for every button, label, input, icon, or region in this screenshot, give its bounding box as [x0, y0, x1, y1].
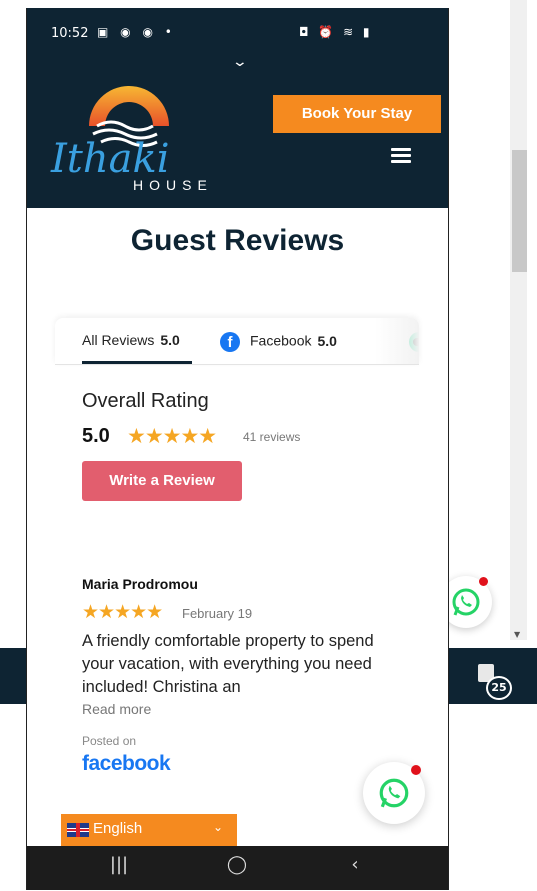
review-source-tabs: All Reviews 5.0 f Facebook 5.0: [55, 318, 419, 365]
tab-label: All Reviews: [82, 332, 155, 348]
tab-label: Facebook: [250, 332, 312, 349]
tabs-scroll-fade: [375, 318, 419, 364]
write-review-button[interactable]: Write a Review: [82, 461, 242, 501]
status-time: 10:52: [51, 26, 89, 41]
whatsapp-icon: [379, 778, 409, 808]
facebook-source-logo[interactable]: facebook: [82, 752, 171, 776]
review-text: A friendly comfortable property to spend…: [82, 632, 374, 696]
svg-text:HOUSE: HOUSE: [133, 177, 213, 192]
whatsapp-icon: [452, 588, 480, 616]
tab-facebook[interactable]: f Facebook 5.0: [220, 332, 337, 352]
ithaki-house-logo[interactable]: Ithaki HOUSE: [49, 74, 219, 192]
notification-count-badge: 25: [486, 676, 512, 700]
tab-all-reviews[interactable]: All Reviews 5.0: [82, 332, 180, 348]
active-tab-indicator: [82, 361, 192, 364]
uk-flag-icon: [67, 823, 89, 837]
status-bar: 10:52 ▣ ◉ ◉ • ◘ ⏰ ≋ ▮: [27, 8, 448, 52]
review-star-rating: ★★★★★: [82, 601, 163, 623]
status-system-icons: ◘ ⏰ ≋ ▮: [299, 25, 373, 39]
reviewer-name: Maria Prodromou: [82, 576, 198, 592]
language-selector[interactable]: English ⌄: [61, 814, 237, 846]
read-more-link[interactable]: Read more: [82, 701, 151, 717]
tab-score: 5.0: [317, 332, 337, 349]
review-count: 41 reviews: [243, 430, 301, 444]
recent-apps-button[interactable]: |||: [99, 854, 139, 875]
phone-screen: 10:52 ▣ ◉ ◉ • ◘ ⏰ ≋ ▮ ⌄ Ithaki HOUSE Boo…: [26, 8, 449, 890]
review-date: February 19: [182, 606, 253, 621]
scrollbar-track[interactable]: [510, 0, 527, 640]
page-title: Guest Reviews: [130, 224, 345, 257]
facebook-icon: f: [220, 332, 240, 352]
site-header: ⌄ Ithaki HOUSE Book Your Stay: [27, 52, 448, 208]
language-label: English: [93, 820, 143, 837]
overall-rating-score: 5.0: [82, 425, 110, 447]
svg-text:Ithaki: Ithaki: [50, 136, 170, 182]
tab-score: 5.0: [160, 332, 180, 348]
book-your-stay-button[interactable]: Book Your Stay: [273, 95, 441, 133]
android-navigation-bar: ||| ◯ ‹: [27, 846, 448, 890]
home-button[interactable]: ◯: [217, 854, 257, 875]
hamburger-menu-icon[interactable]: [391, 148, 411, 163]
notification-dot: [411, 765, 421, 775]
whatsapp-chat-button[interactable]: [363, 762, 425, 824]
chevron-down-icon: ⌄: [213, 820, 224, 834]
scrollbar-thumb[interactable]: [512, 150, 527, 272]
overall-star-rating: ★★★★★: [127, 424, 217, 448]
notification-dot: [479, 577, 488, 586]
chevron-down-icon[interactable]: ⌄: [232, 54, 248, 70]
back-button[interactable]: ‹: [335, 854, 375, 875]
status-notification-icons: ▣ ◉ ◉ •: [97, 25, 176, 39]
posted-on-label: Posted on: [82, 734, 137, 748]
chat-notification-icon[interactable]: 25: [474, 662, 512, 700]
scroll-down-arrow-icon[interactable]: ▼: [514, 630, 520, 639]
overall-rating-label: Overall Rating: [82, 390, 209, 412]
